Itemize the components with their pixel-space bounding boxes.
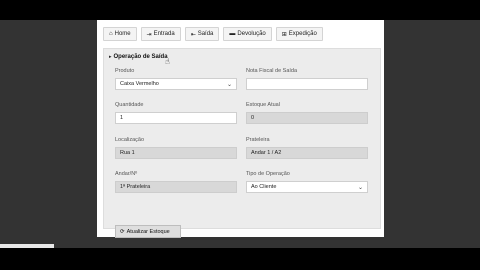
tab-label: Expedição [288, 31, 317, 37]
tab-devolucao[interactable]: ▬ Devolução [223, 27, 272, 41]
quantidade-value: 1 [120, 115, 124, 121]
tab-entrada[interactable]: ⇥ Entrada [140, 27, 181, 41]
estoque-atual-field: 0 [246, 112, 368, 124]
chevron-down-icon: ⌄ [357, 185, 363, 191]
atualizar-estoque-button[interactable]: ⟳ Atualizar Estoque [115, 225, 181, 238]
sign-in-icon: ⇥ [146, 31, 152, 38]
tipo-operacao-select[interactable]: Ao Cliente ⌄ [246, 181, 368, 193]
estoque-atual-label: Estoque Atual [246, 102, 280, 108]
produto-select[interactable]: Caixa Vermelho ⌄ [115, 78, 237, 90]
sign-out-icon: ⇤ [190, 31, 196, 38]
tipo-operacao-label: Tipo de Operação [246, 171, 290, 177]
localizacao-value: Rua 1 [120, 150, 135, 156]
panel-title-text: Operação de Saída [113, 54, 168, 60]
refresh-icon: ⟳ [120, 228, 125, 235]
andar-value: 1ª Prateleira [120, 184, 151, 190]
app-window: ⌂ Home ⇥ Entrada ⇤ Saída ▬ Devolução ⊞ E… [0, 20, 480, 248]
tab-home[interactable]: ⌂ Home [103, 27, 137, 41]
tab-expedicao[interactable]: ⊞ Expedição [275, 27, 323, 41]
operation-panel: ▸ Operação de Saída ☝ Produto Caixa Verm… [103, 48, 381, 238]
tab-label: Home [114, 31, 131, 37]
tipo-operacao-value: Ao Cliente [251, 184, 277, 190]
produto-value: Caixa Vermelho [120, 81, 159, 87]
truck-icon: ▬ [229, 31, 236, 37]
produto-label: Produto [115, 68, 135, 74]
andar-field: 1ª Prateleira [115, 181, 237, 193]
chevron-down-icon: ⌄ [226, 82, 232, 88]
caret-right-icon: ▸ [109, 54, 112, 60]
estoque-atual-value: 0 [251, 115, 255, 121]
prateleira-field: Andar 1 / A2 [246, 147, 368, 159]
mouse-cursor-icon: ☝ [165, 57, 170, 66]
nota-fiscal-label: Nota Fiscal de Saída [246, 68, 298, 74]
atualizar-estoque-label: Atualizar Estoque [126, 228, 170, 235]
localizacao-field: Rua 1 [115, 147, 237, 159]
localizacao-label: Localização [115, 137, 145, 143]
tab-label: Saída [197, 31, 214, 37]
prateleira-value: Andar 1 / A2 [251, 150, 282, 156]
tab-saida[interactable]: ⇤ Saída [184, 27, 220, 41]
page-content: ⌂ Home ⇥ Entrada ⇤ Saída ▬ Devolução ⊞ E… [97, 20, 384, 238]
tab-bar: ⌂ Home ⇥ Entrada ⇤ Saída ▬ Devolução ⊞ E… [103, 27, 323, 43]
status-strip [0, 244, 54, 248]
tab-label: Entrada [153, 31, 175, 37]
panel-title[interactable]: ▸ Operação de Saída [109, 54, 168, 60]
quantidade-input[interactable]: 1 [115, 112, 237, 124]
andar-label: Andar/Nº [115, 171, 138, 177]
home-icon: ⌂ [109, 31, 113, 37]
quantidade-label: Quantidade [115, 102, 144, 108]
sitemap-icon: ⊞ [281, 31, 287, 38]
prateleira-label: Prateleira [246, 137, 270, 143]
nota-fiscal-input[interactable] [246, 78, 368, 90]
tab-label: Devolução [237, 31, 266, 37]
